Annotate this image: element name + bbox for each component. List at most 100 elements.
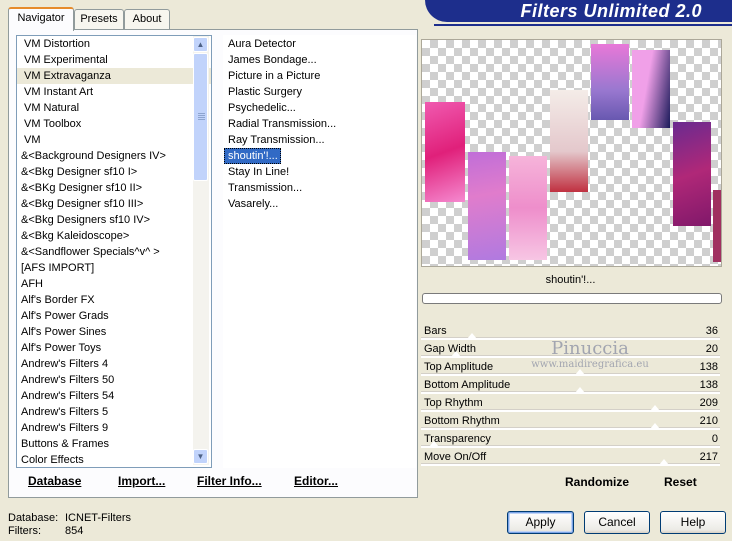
param-row[interactable]: Bottom Amplitude 138 [421,376,720,394]
editor-link-label: Editor... [294,474,339,488]
param-value: 0 [711,433,718,445]
randomize-button[interactable]: Randomize [565,475,629,489]
preview-image [421,39,722,267]
slider-thumb[interactable] [650,405,661,411]
watermark-name: Pinuccia [551,338,629,359]
import-link-label: Import... [118,474,166,488]
slider-thumb[interactable] [450,351,461,357]
filter-item[interactable]: James Bondage... [224,52,415,68]
database-info-value: ICNET-Filters [65,512,131,524]
filter-item[interactable]: Transmission... [224,180,415,196]
param-value: 36 [705,325,718,337]
param-row[interactable]: Transparency 0 [421,430,720,448]
app-title: Filters Unlimited 2.0 [520,1,702,21]
category-item[interactable]: Andrew's Filters 54 [17,388,211,404]
category-item[interactable]: Alf's Power Toys [17,340,211,356]
category-item[interactable]: &<Bkg Designers sf10 IV> [17,212,211,228]
import-link[interactable]: Import... [118,474,165,488]
param-label: Top Rhythm [424,397,483,409]
slider-track[interactable] [421,463,720,466]
filter-info-link[interactable]: Filter Info... [197,474,262,488]
editor-link[interactable]: Editor... [294,474,338,488]
category-item[interactable]: VM Toolbox [17,116,211,132]
category-item[interactable]: VM [17,132,211,148]
slider-thumb[interactable] [574,387,585,393]
scroll-up-arrow-icon[interactable]: ▲ [193,37,208,52]
category-item[interactable]: Andrew's Filters 4 [17,356,211,372]
category-item[interactable]: VM Experimental [17,52,211,68]
tab-navigator[interactable]: Navigator [8,7,74,31]
param-label: Bars [424,325,447,337]
filter-info-link-label: Filter Info... [197,474,262,488]
param-label: Bottom Rhythm [424,415,500,427]
category-item[interactable]: Andrew's Filters 5 [17,404,211,420]
header-underline [434,24,732,26]
filter-item[interactable]: shoutin'!... [224,148,281,164]
category-item[interactable]: VM Distortion [17,36,211,52]
preview-strip [713,190,721,262]
filter-item[interactable]: Picture in a Picture [224,68,415,84]
category-list[interactable]: VM Distortion VM Experimental VM Extravaga… [16,35,212,468]
preview-strip [468,152,506,260]
cancel-button[interactable]: Cancel [584,511,650,534]
filters-count-label: Filters: [8,525,41,537]
category-item[interactable]: &<Background Designers IV> [17,148,211,164]
category-item[interactable]: &<Sandflower Specials^v^ > [17,244,211,260]
tab-presets[interactable]: Presets [74,9,124,29]
preview-filter-name: shoutin'!... [545,274,596,286]
apply-button[interactable]: Apply [507,511,574,534]
category-item[interactable]: Andrew's Filters 9 [17,420,211,436]
help-button[interactable]: Help [660,511,726,534]
preview-strip [425,102,465,202]
filter-item[interactable]: Plastic Surgery [224,84,415,100]
preview-strip [550,90,588,192]
scrollbar-thumb[interactable] [193,53,208,181]
filter-item[interactable]: Stay In Line! [224,164,415,180]
watermark: Pinuccia www.maidiregrafica.eu [470,338,710,370]
slider-thumb[interactable] [658,459,669,465]
category-item[interactable]: AFH [17,276,211,292]
param-value: 217 [699,451,718,463]
category-item[interactable]: Andrew's Filters 50 [17,372,211,388]
category-item[interactable]: Alf's Power Sines [17,324,211,340]
filter-item[interactable]: Aura Detector [224,36,415,52]
filter-item[interactable]: Ray Transmission... [224,132,415,148]
param-row[interactable]: Top Rhythm 209 [421,394,720,412]
category-item[interactable]: Buttons & Frames [17,436,211,452]
category-item[interactable]: &<BKg Designer sf10 II> [17,180,211,196]
database-link[interactable]: Database [28,474,81,488]
param-label: Bottom Amplitude [424,379,511,391]
filter-item[interactable]: Psychedelic... [224,100,415,116]
filter-item[interactable]: Vasarely... [224,196,415,212]
filter-list[interactable]: Aura Detector James Bondage... Picture in … [223,35,416,468]
param-value: 210 [699,415,718,427]
category-item[interactable]: VM Extravaganza [17,68,211,84]
category-item[interactable]: &<Bkg Kaleidoscope> [17,228,211,244]
category-item[interactable]: VM Instant Art [17,84,211,100]
category-item[interactable]: &<Bkg Designer sf10 I> [17,164,211,180]
preview-strip [591,44,629,120]
reset-button[interactable]: Reset [664,475,697,489]
slider-thumb[interactable] [650,423,661,429]
database-info-label: Database: [8,512,59,524]
category-item[interactable]: Color Effects [17,452,211,467]
slider-thumb[interactable] [429,441,439,447]
param-value: 138 [699,379,718,391]
app-header: Filters Unlimited 2.0 [425,0,732,22]
progress-bar [422,293,722,304]
preview-strip [673,122,711,226]
tab-about[interactable]: About [124,9,170,29]
param-label: Move On/Off [424,451,487,463]
category-item[interactable]: [AFS IMPORT] [17,260,211,276]
category-item[interactable]: Alf's Power Grads [17,308,211,324]
database-link-label: Database [28,474,82,488]
filter-item[interactable]: Radial Transmission... [224,116,415,132]
param-row[interactable]: Bottom Rhythm 210 [421,412,720,430]
category-item[interactable]: VM Natural [17,100,211,116]
category-scrollbar[interactable]: ▲ ▼ [193,36,209,465]
category-item[interactable]: Alf's Border FX [17,292,211,308]
param-row[interactable]: Move On/Off 217 [421,448,720,466]
scroll-down-arrow-icon[interactable]: ▼ [193,449,208,464]
category-item[interactable]: &<Bkg Designer sf10 III> [17,196,211,212]
preview-strip [632,50,670,128]
